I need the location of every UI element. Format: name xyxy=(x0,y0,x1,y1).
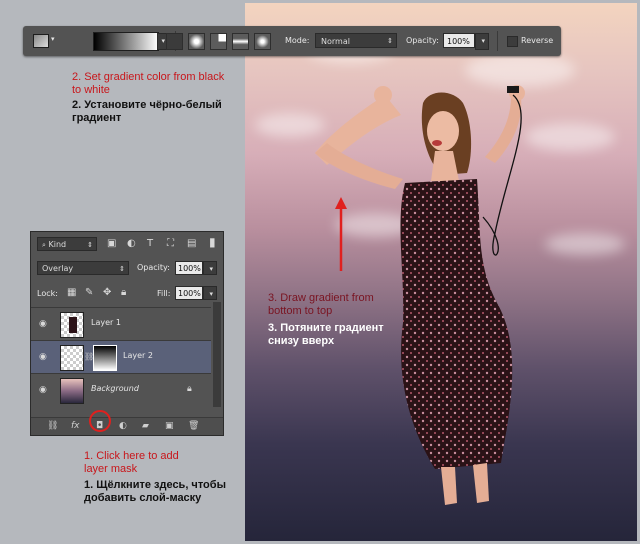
filter-toggle-icon[interactable]: ▮ xyxy=(209,236,216,248)
up-arrow xyxy=(335,197,347,271)
step3-english-note: 3. Draw gradient from bottom to top xyxy=(268,292,374,317)
eye-icon[interactable]: ◉ xyxy=(39,352,47,362)
lock-label: Lock: xyxy=(37,289,58,298)
separator xyxy=(497,31,498,51)
step2-russian-note: 2. Установите чёрно-белый градиент xyxy=(72,99,222,124)
layer-opacity-label: Opacity: xyxy=(137,263,170,272)
lock-position-icon[interactable]: ✥ xyxy=(103,287,111,299)
layer-thumbnail xyxy=(60,345,84,371)
step2-english-note: 2. Set gradient color from black to whit… xyxy=(72,71,225,96)
opacity-input[interactable]: 100% xyxy=(443,33,475,48)
lock-transparent-icon[interactable]: ▦ xyxy=(67,287,76,299)
dancer-figure xyxy=(315,85,525,505)
blend-mode-value: Overlay xyxy=(42,264,74,273)
layer-opacity-value: 100% xyxy=(178,264,201,273)
new-layer-icon[interactable]: ▣ xyxy=(165,421,174,431)
reverse-checkbox[interactable] xyxy=(507,36,518,47)
gradient-picker[interactable] xyxy=(93,32,159,51)
smart-object-filter-icon[interactable]: ▤ xyxy=(187,238,196,250)
step1-russian-note: 1. Щёлкните здесь, чтобы добавить слой-м… xyxy=(84,479,226,504)
layer-thumbnail xyxy=(60,312,84,338)
step3-russian-note: 3. Потяните градиент снизу вверх xyxy=(268,322,384,347)
fill-value: 100% xyxy=(178,289,201,298)
blend-mode-select[interactable]: Overlay ⇕ xyxy=(37,261,129,275)
layer-name: Background xyxy=(91,384,139,393)
filter-kind-value: Kind xyxy=(48,240,67,249)
mode-label: Mode: xyxy=(285,36,310,45)
fill-input[interactable]: 100% xyxy=(175,286,203,300)
layer-opacity-input[interactable]: 100% xyxy=(175,261,203,275)
layer-thumbnail xyxy=(60,378,84,404)
image-filter-icon[interactable]: ▣ xyxy=(107,238,116,250)
filter-kind-select[interactable]: ⌕ Kind ⇕ xyxy=(37,237,97,251)
layer-opacity-dropdown[interactable]: ▾ xyxy=(203,261,217,275)
opacity-label: Opacity: xyxy=(406,36,439,45)
layers-panel: ⌕ Kind ⇕ ▣ ◐ T ⛶ ▤ ▮ Overlay ⇕ Opacity: 10… xyxy=(30,231,224,436)
tutorial-screenshot: ▾ ▾ Mode: Normal ⇕ Opacity: 100% ▾ Revers… xyxy=(0,0,640,544)
layers-scrollbar[interactable] xyxy=(213,302,221,407)
lock-all-icon[interactable]: 🔒︎ xyxy=(121,287,126,299)
chevron-down-icon[interactable]: ▾ xyxy=(51,33,55,46)
eye-icon[interactable]: ◉ xyxy=(39,385,47,395)
reverse-label: Reverse xyxy=(521,36,554,45)
adjustment-layer-icon[interactable]: ◐ xyxy=(119,421,127,431)
fx-icon[interactable]: fx xyxy=(71,421,80,431)
diamond-gradient-button[interactable] xyxy=(254,33,271,50)
photo-canvas[interactable] xyxy=(245,3,637,541)
link-layers-icon[interactable]: ⛓ xyxy=(47,421,58,431)
type-filter-icon[interactable]: T xyxy=(147,238,153,250)
layer-row-layer-2[interactable]: ◉ ⛓ Layer 2 xyxy=(31,340,211,374)
adjustment-filter-icon[interactable]: ◐ xyxy=(127,238,136,250)
radial-gradient-button[interactable] xyxy=(188,33,205,50)
layer-row-layer-1[interactable]: ◉ Layer 1 xyxy=(31,307,211,341)
angle-gradient-button[interactable] xyxy=(210,33,227,50)
highlight-circle xyxy=(89,410,111,432)
step1-english-note: 1. Click here to add layer mask xyxy=(84,450,179,475)
lock-image-icon[interactable]: ✎ xyxy=(85,287,93,299)
reflected-gradient-button[interactable] xyxy=(232,33,249,50)
fill-label: Fill: xyxy=(157,289,171,298)
layer-name: Layer 1 xyxy=(91,318,121,327)
eye-icon[interactable]: ◉ xyxy=(39,319,47,329)
trash-icon[interactable]: 🗑︎ xyxy=(188,421,199,431)
mode-value: Normal xyxy=(321,37,350,46)
tool-preset-icon[interactable] xyxy=(33,34,49,48)
layer-row-background[interactable]: ◉ Background 🔒︎ xyxy=(31,373,211,407)
lock-icon: 🔒︎ xyxy=(187,384,192,394)
layers-bottom-bar: ⛓ fx ◘ ◐ ▰ ▣ 🗑︎ xyxy=(31,417,223,435)
opacity-dropdown-button[interactable]: ▾ xyxy=(475,33,489,50)
linear-gradient-button[interactable] xyxy=(166,33,183,50)
mode-select[interactable]: Normal ⇕ xyxy=(315,33,397,48)
new-group-icon[interactable]: ▰ xyxy=(142,421,149,431)
layer-mask-thumbnail[interactable] xyxy=(93,345,117,371)
fill-dropdown[interactable]: ▾ xyxy=(203,286,217,300)
opacity-value: 100% xyxy=(447,37,470,46)
gradient-options-bar: ▾ ▾ Mode: Normal ⇕ Opacity: 100% ▾ Revers… xyxy=(23,26,561,56)
shape-filter-icon[interactable]: ⛶ xyxy=(167,238,174,250)
layer-name: Layer 2 xyxy=(123,351,153,360)
